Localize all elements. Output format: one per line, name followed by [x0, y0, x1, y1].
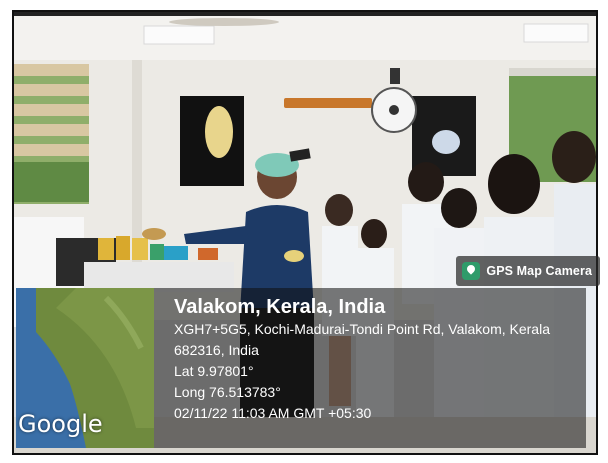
map-pin-icon: [462, 262, 481, 280]
latitude: Lat 9.97801°: [174, 363, 254, 379]
address-line-2: 682316, India: [174, 342, 259, 358]
address-line-1: XGH7+5G5, Kochi-Madurai-Tondi Point Rd, …: [174, 321, 550, 337]
gps-app-badge: GPS Map Camera: [456, 256, 600, 286]
location-details: Valakom, Kerala, India XGH7+5G5, Kochi-M…: [174, 295, 594, 424]
photo-frame: GPS Map Camera Google Valakom, Kerala, I…: [0, 0, 608, 463]
location-title: Valakom, Kerala, India: [174, 296, 386, 318]
mini-map-thumbnail: Google: [16, 288, 154, 448]
app-name: GPS Map Camera: [486, 264, 592, 278]
map-provider-logo: Google: [18, 410, 103, 438]
datetime: 02/11/22 11:03 AM GMT +05:30: [174, 405, 372, 421]
longitude: Long 76.513783°: [174, 384, 281, 400]
